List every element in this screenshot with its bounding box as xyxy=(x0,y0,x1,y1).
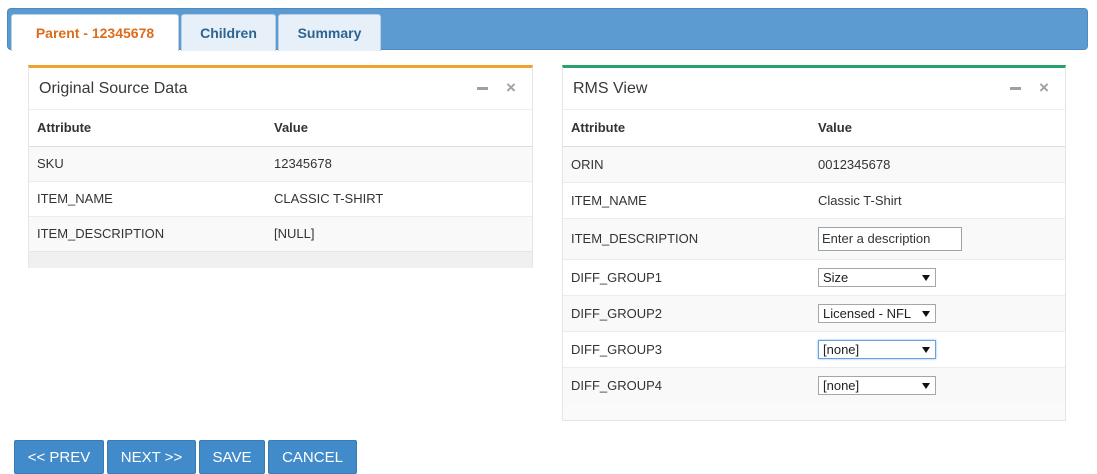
diff-group3-select[interactable]: [none] xyxy=(818,339,936,359)
dropdown-arrow-icon xyxy=(922,310,930,317)
value-cell: Size xyxy=(810,258,1065,295)
column-header-value: Value xyxy=(810,110,1065,147)
minimize-icon[interactable] xyxy=(1009,81,1023,95)
rms-view-table: Attribute Value ORIN 0012345678 ITEM_NAM… xyxy=(563,110,1065,403)
attribute-cell: ITEM_NAME xyxy=(29,180,266,216)
table-row: ITEM_DESCRIPTION Enter a description xyxy=(563,217,1065,259)
source-panel-title: Original Source Data xyxy=(39,80,188,97)
dropdown-arrow-icon xyxy=(922,274,930,281)
table-row: ORIN 0012345678 xyxy=(563,145,1065,182)
table-row: ITEM_NAME Classic T-Shirt xyxy=(563,181,1065,218)
value-cell: Classic T-Shirt xyxy=(810,181,1065,218)
source-panel-footer xyxy=(29,251,532,268)
tab-children[interactable]: Children xyxy=(181,14,276,51)
attribute-cell: DIFF_GROUP2 xyxy=(563,294,810,331)
value-cell: Enter a description xyxy=(810,217,1065,259)
prev-button[interactable]: << PREV xyxy=(14,440,104,474)
attribute-cell: DIFF_GROUP3 xyxy=(563,330,810,367)
table-row: DIFF_GROUP2 Licensed - NFL xyxy=(563,294,1065,331)
attribute-cell: SKU xyxy=(29,145,266,181)
table-row: SKU 12345678 xyxy=(29,145,532,181)
dropdown-arrow-icon xyxy=(922,382,930,389)
attribute-cell: DIFF_GROUP4 xyxy=(563,366,810,403)
value-cell: CLASSIC T-SHIRT xyxy=(266,180,532,216)
source-data-panel: Original Source Data × Attribute Value S… xyxy=(28,65,533,268)
table-row: DIFF_GROUP1 Size xyxy=(563,258,1065,295)
column-header-attribute: Attribute xyxy=(29,110,266,147)
table-row: DIFF_GROUP3 [none] xyxy=(563,330,1065,367)
rms-panel-title: RMS View xyxy=(573,80,648,97)
diff-group1-selected-value: Size xyxy=(823,269,849,285)
table-row: ITEM_DESCRIPTION [NULL] xyxy=(29,215,532,251)
source-panel-header: Original Source Data × xyxy=(29,68,532,110)
value-cell: [none] xyxy=(810,330,1065,367)
value-cell: Licensed - NFL xyxy=(810,294,1065,331)
rms-panel-header: RMS View × xyxy=(563,68,1065,110)
value-cell: [NULL] xyxy=(266,215,532,251)
attribute-cell: ITEM_DESCRIPTION xyxy=(29,215,266,251)
diff-group1-select[interactable]: Size xyxy=(818,267,936,287)
value-cell: 12345678 xyxy=(266,145,532,181)
attribute-cell: DIFF_GROUP1 xyxy=(563,258,810,295)
value-cell: [none] xyxy=(810,366,1065,403)
next-button[interactable]: NEXT >> xyxy=(107,440,196,474)
diff-group2-select[interactable]: Licensed - NFL xyxy=(818,303,936,323)
close-icon[interactable]: × xyxy=(1037,79,1051,96)
diff-group2-selected-value: Licensed - NFL xyxy=(823,305,912,321)
column-header-value: Value xyxy=(266,110,532,147)
cancel-button[interactable]: CANCEL xyxy=(268,440,357,474)
diff-group3-selected-value: [none] xyxy=(823,341,860,357)
save-button[interactable]: SAVE xyxy=(199,440,265,474)
diff-group4-select[interactable]: [none] xyxy=(818,375,936,395)
column-header-attribute: Attribute xyxy=(563,110,810,147)
tab-parent[interactable]: Parent - 12345678 xyxy=(11,14,179,51)
attribute-cell: ITEM_NAME xyxy=(563,181,810,218)
close-icon[interactable]: × xyxy=(504,79,518,96)
value-cell: 0012345678 xyxy=(810,145,1065,182)
table-row: DIFF_GROUP4 [none] xyxy=(563,366,1065,403)
attribute-cell: ITEM_DESCRIPTION xyxy=(563,217,810,259)
diff-group4-selected-value: [none] xyxy=(823,377,860,393)
tab-bar: Parent - 12345678 Children Summary xyxy=(7,8,1088,51)
item-description-input[interactable]: Enter a description xyxy=(818,226,962,251)
dropdown-arrow-icon xyxy=(922,346,930,353)
minimize-icon[interactable] xyxy=(476,81,490,95)
source-data-table: Attribute Value SKU 12345678 ITEM_NAME C… xyxy=(29,110,532,251)
tab-summary[interactable]: Summary xyxy=(278,14,381,51)
rms-view-panel: RMS View × Attribute Value ORIN 00123456… xyxy=(562,65,1066,421)
attribute-cell: ORIN xyxy=(563,145,810,182)
table-row: ITEM_NAME CLASSIC T-SHIRT xyxy=(29,180,532,216)
